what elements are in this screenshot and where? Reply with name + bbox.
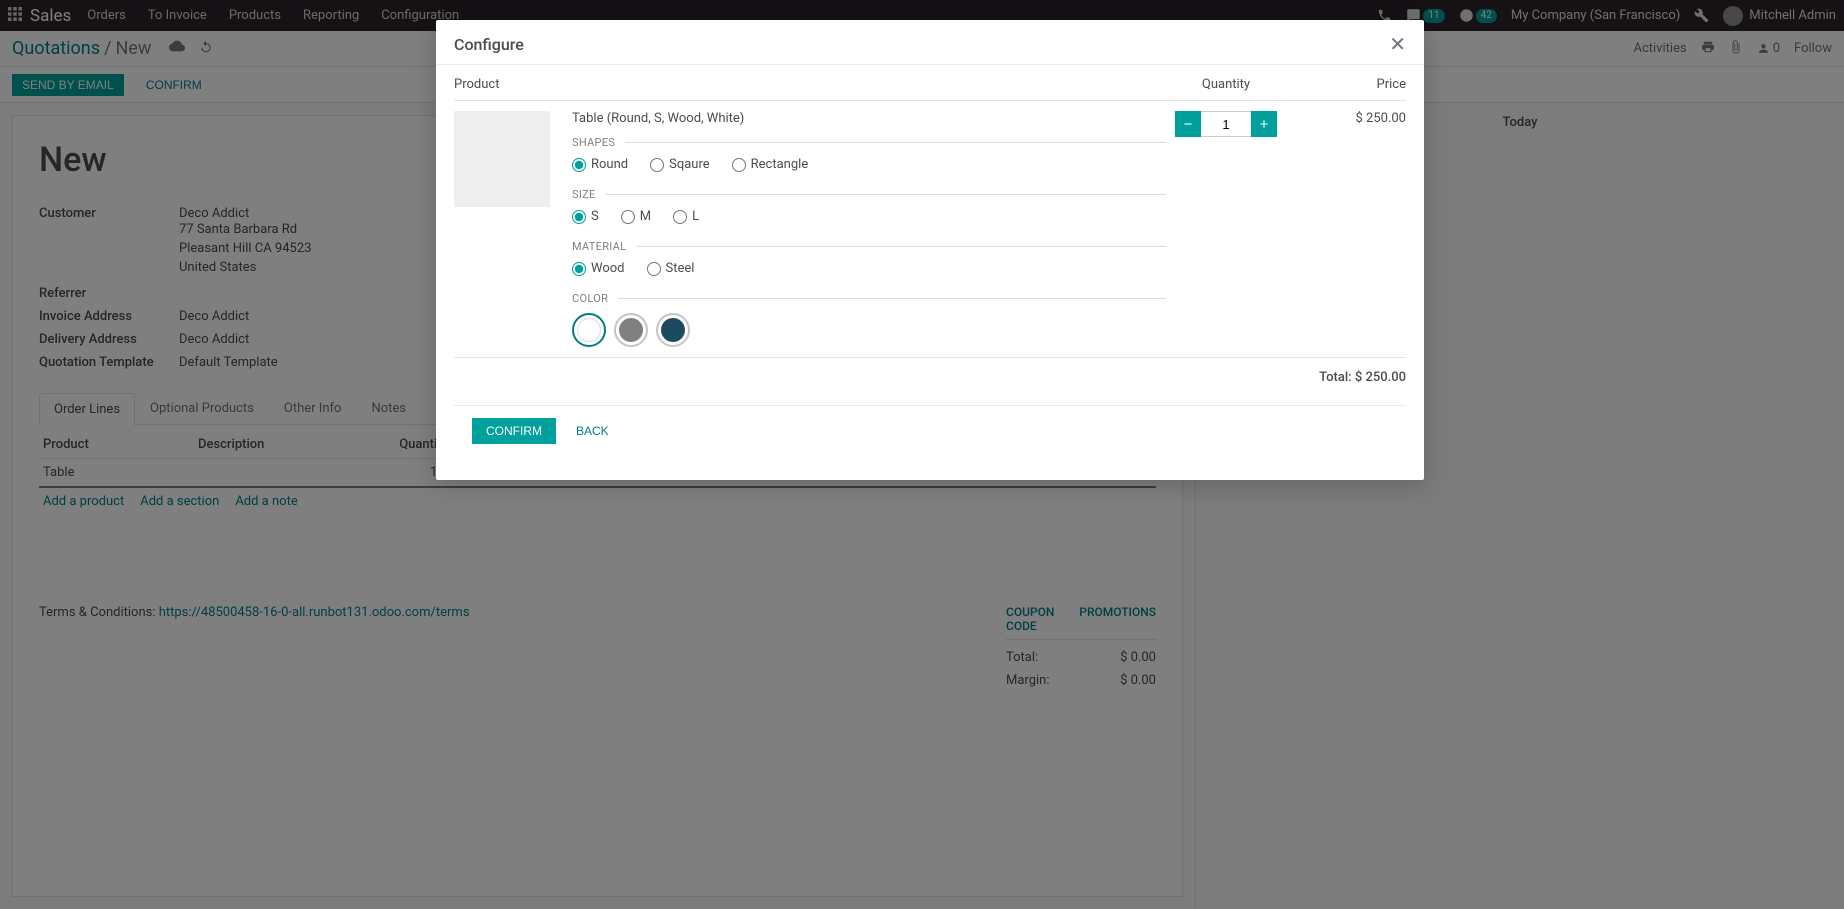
shape-round-label: Round bbox=[591, 157, 628, 172]
configure-modal: Configure ✕ Product Quantity Price Table… bbox=[436, 20, 1424, 480]
shape-square-option[interactable]: Sqaure bbox=[650, 157, 710, 172]
attr-shapes-label: SHAPES bbox=[572, 136, 615, 149]
modal-total: Total: $ 250.00 bbox=[454, 358, 1406, 397]
shape-square-label: Sqaure bbox=[669, 157, 710, 172]
qty-increase-button[interactable]: + bbox=[1251, 111, 1277, 137]
attr-material-label: MATERIAL bbox=[572, 240, 626, 253]
material-steel-option[interactable]: Steel bbox=[647, 261, 695, 276]
color-swatch-0[interactable] bbox=[572, 313, 606, 347]
size-l-label: L bbox=[692, 209, 699, 224]
material-wood-option[interactable]: Wood bbox=[572, 261, 625, 276]
size-m-option[interactable]: M bbox=[621, 209, 651, 224]
size-l-option[interactable]: L bbox=[673, 209, 699, 224]
shape-rectangle-option[interactable]: Rectangle bbox=[732, 157, 809, 172]
close-icon[interactable]: ✕ bbox=[1389, 34, 1406, 54]
color-swatch-1[interactable] bbox=[614, 313, 648, 347]
attr-size-label: SIZE bbox=[572, 188, 596, 201]
material-wood-label: Wood bbox=[591, 261, 625, 276]
shape-rectangle-label: Rectangle bbox=[751, 157, 809, 172]
material-steel-label: Steel bbox=[666, 261, 695, 276]
modal-col-quantity: Quantity bbox=[1166, 77, 1286, 92]
size-s-label: S bbox=[591, 209, 599, 224]
attr-color-label: COLOR bbox=[572, 292, 608, 305]
configured-product-name: Table (Round, S, Wood, White) bbox=[572, 111, 1166, 126]
product-thumbnail bbox=[454, 111, 550, 207]
color-swatch-2[interactable] bbox=[656, 313, 690, 347]
modal-confirm-button[interactable]: CONFIRM bbox=[472, 418, 556, 444]
size-m-label: M bbox=[640, 209, 651, 224]
line-price: $ 250.00 bbox=[1286, 111, 1406, 351]
shape-round-option[interactable]: Round bbox=[572, 157, 628, 172]
qty-input[interactable] bbox=[1201, 111, 1251, 137]
qty-decrease-button[interactable]: − bbox=[1175, 111, 1201, 137]
modal-title: Configure bbox=[454, 35, 524, 54]
modal-col-price: Price bbox=[1286, 77, 1406, 92]
modal-back-button[interactable]: BACK bbox=[568, 418, 617, 444]
modal-col-product: Product bbox=[454, 77, 1166, 92]
size-s-option[interactable]: S bbox=[572, 209, 599, 224]
